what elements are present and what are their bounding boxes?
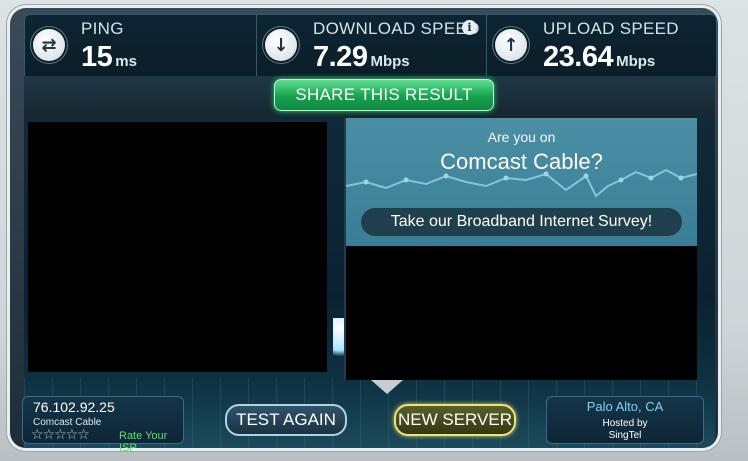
upload-value: 23.64 (543, 41, 614, 73)
survey-cta-button[interactable]: Take our Broadband Internet Survey! (361, 208, 682, 236)
download-value: 7.29 (313, 41, 368, 73)
upload-value-group: 23.64 Mbps (543, 41, 655, 74)
down-arrow-icon: ↓ (265, 29, 297, 61)
info-icon[interactable]: i (462, 20, 477, 35)
ping-label: PING (81, 19, 124, 38)
download-value-group: 7.29 Mbps (313, 41, 410, 74)
survey-line-graphic (346, 168, 697, 198)
star-rating[interactable]: ☆☆☆☆☆ (31, 427, 90, 443)
server-city: Palo Alto, CA (586, 399, 664, 414)
footer-bar: 76.102.92.25 Comcast Cable ☆☆☆☆☆ Rate Yo… (14, 388, 705, 454)
isp-info-box: 76.102.92.25 Comcast Cable ☆☆☆☆☆ Rate Yo… (22, 396, 184, 454)
ad-panel-left[interactable] (28, 122, 327, 372)
ip-address: 76.102.92.25 (33, 399, 115, 415)
download-unit: Mbps (370, 53, 410, 70)
ping-value: 15 (81, 41, 113, 73)
new-server-button[interactable]: NEW SERVER (394, 404, 516, 436)
ping-unit: ms (115, 53, 137, 70)
survey-banner[interactable]: Are you on Comcast Cable? Take our Broad… (346, 118, 697, 246)
upload-unit: Mbps (616, 53, 656, 70)
ping-value-group: 15 ms (81, 41, 137, 74)
host-name: SingTel (608, 430, 642, 441)
download-label: DOWNLOAD SPEED (313, 19, 480, 38)
upload-label: UPLOAD SPEED (543, 19, 679, 38)
rate-isp-link[interactable]: Rate Your ISP (119, 430, 183, 454)
test-again-button[interactable]: TEST AGAIN (225, 404, 347, 436)
server-info-box: Palo Alto, CA Hosted by SingTel (546, 396, 704, 444)
survey-question: Are you on (487, 129, 556, 145)
ping-metric: ⇄ PING 15 ms (25, 15, 256, 79)
metrics-bar: ⇄ PING 15 ms ↓ DOWNLOAD SPEED i 7.29 Mbps … (24, 14, 717, 80)
up-arrow-icon: ↑ (495, 29, 527, 61)
ad-panel-right[interactable]: Are you on Comcast Cable? Take our Broad… (344, 118, 697, 380)
swap-arrows-icon: ⇄ (33, 29, 65, 61)
hosted-by-label: Hosted by (602, 418, 648, 429)
share-result-button[interactable]: SHARE THIS RESULT (274, 79, 494, 111)
upload-metric: ↑ UPLOAD SPEED 23.64 Mbps (486, 15, 716, 79)
hosted-by: Hosted by SingTel (547, 418, 703, 442)
download-metric: ↓ DOWNLOAD SPEED i 7.29 Mbps (256, 15, 487, 79)
share-strip: SHARE THIS RESULT (24, 76, 715, 122)
